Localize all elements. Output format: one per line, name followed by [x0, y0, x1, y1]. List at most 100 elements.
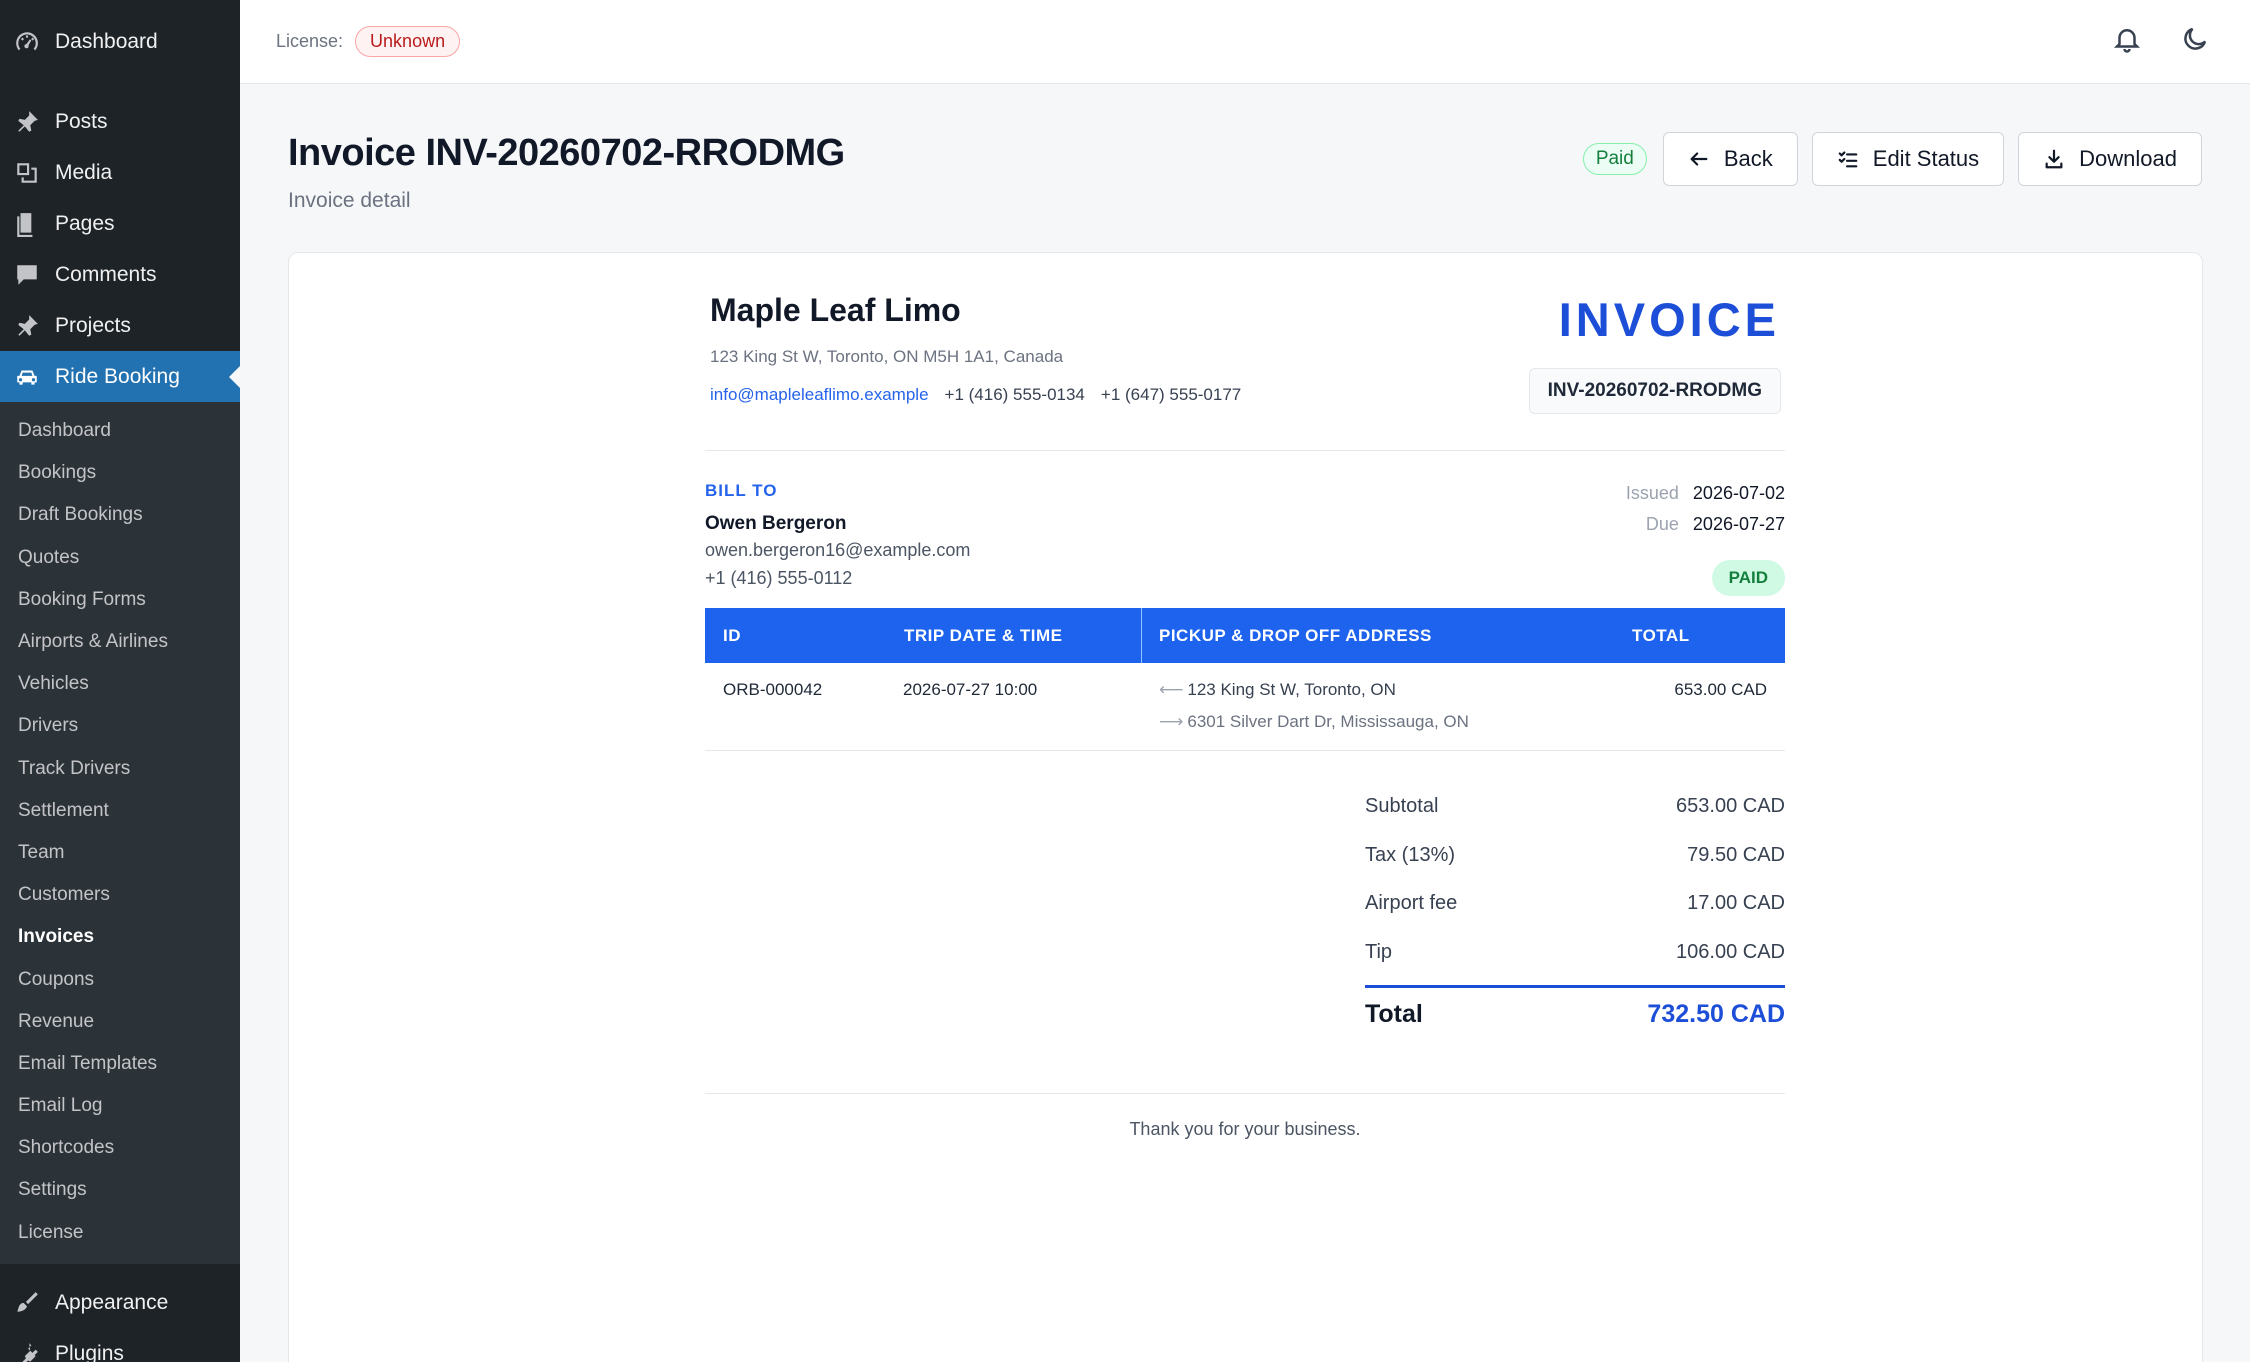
- company-contacts: info@mapleleaflimo.example +1 (416) 555-…: [710, 385, 1241, 405]
- download-button[interactable]: Download: [2018, 132, 2202, 186]
- page-subtitle: Invoice detail: [288, 189, 411, 212]
- license-label: License:: [276, 31, 344, 51]
- divider: [705, 1093, 1785, 1094]
- table-header: ID TRIP DATE & TIME PICKUP & DROP OFF AD…: [705, 608, 1785, 663]
- column-separator: [1141, 608, 1142, 663]
- invoice-status-badge: PAID: [1711, 560, 1785, 596]
- sidebar-item-appearance[interactable]: Appearance: [0, 1278, 240, 1329]
- submenu-item[interactable]: Airports & Airlines: [0, 621, 240, 663]
- sidebar-item-label: Ride Booking: [55, 364, 180, 388]
- thank-you-note: Thank you for your business.: [1129, 1119, 1361, 1139]
- due-date: 2026-07-27: [1692, 514, 1785, 534]
- due-label: Due: [1645, 514, 1679, 534]
- back-button-label: Back: [1723, 146, 1773, 171]
- summary-row-tax: Tax (13%) 79.50 CAD: [1365, 831, 1785, 880]
- back-button[interactable]: Back: [1662, 132, 1798, 186]
- company-address: 123 King St W, Toronto, ON M5H 1A1, Cana…: [710, 347, 1064, 366]
- summary-label: Tip: [1365, 940, 1393, 963]
- submenu-item[interactable]: Coupons: [0, 958, 240, 1000]
- summary-value: 17.00 CAD: [1687, 892, 1785, 915]
- summary-label: Airport fee: [1365, 892, 1458, 915]
- column-header-trip-date: TRIP DATE & TIME: [904, 626, 1063, 645]
- arrow-right-icon: ⟶: [1159, 712, 1184, 731]
- submenu-item[interactable]: Quotes: [0, 537, 240, 579]
- summary-row-subtotal: Subtotal 653.00 CAD: [1365, 782, 1785, 831]
- download-button-label: Download: [2079, 146, 2177, 171]
- customer-phone: +1 (416) 555-0112: [705, 568, 853, 588]
- sidebar-item-dashboard[interactable]: Dashboard: [0, 0, 240, 84]
- arrow-left-icon: [1690, 152, 1708, 166]
- summary-label: Subtotal: [1365, 794, 1439, 817]
- status-badge: Paid: [1582, 143, 1647, 175]
- sidebar-item-label: Media: [55, 160, 113, 184]
- issued-label: Issued: [1625, 483, 1679, 503]
- sidebar-item-label: Pages: [55, 211, 115, 235]
- company-name: Maple Leaf Limo: [710, 292, 961, 328]
- car-icon: [13, 363, 41, 391]
- submenu-item[interactable]: Booking Forms: [0, 579, 240, 621]
- sidebar-item-ride-booking[interactable]: Ride Booking: [0, 351, 240, 402]
- submenu-item[interactable]: Revenue: [0, 1001, 240, 1043]
- company-phone-1: +1 (416) 555-0134: [944, 385, 1085, 404]
- submenu-item[interactable]: Track Drivers: [0, 748, 240, 790]
- submenu-item[interactable]: Team: [0, 832, 240, 874]
- sidebar-item-label: Dashboard: [55, 30, 158, 53]
- submenu-item[interactable]: License: [0, 1212, 240, 1254]
- pickup-address-line: ⟵ 123 King St W, Toronto, ON: [1159, 680, 1396, 700]
- sidebar-item-pages[interactable]: Pages: [0, 198, 240, 249]
- arrow-left-icon: ⟵: [1159, 680, 1184, 699]
- company-phone-2: +1 (647) 555-0177: [1100, 385, 1242, 404]
- company-email-link[interactable]: info@mapleleaflimo.example: [710, 385, 929, 405]
- column-header-total: TOTAL: [1632, 626, 1690, 645]
- submenu-item[interactable]: Draft Bookings: [0, 494, 240, 536]
- sidebar-item-projects[interactable]: Projects: [0, 300, 240, 351]
- bell-icon[interactable]: [2112, 24, 2142, 59]
- admin-sidebar: Dashboard Posts Media Pages Comments Pro…: [0, 0, 240, 1362]
- comment-icon: [13, 261, 41, 289]
- trip-datetime: 2026-07-27 10:00: [903, 680, 1038, 699]
- dropoff-address-line: ⟶ 6301 Silver Dart Dr, Mississauga, ON: [1159, 712, 1469, 732]
- moon-icon[interactable]: [2180, 24, 2210, 59]
- submenu-item[interactable]: Dashboard: [0, 410, 240, 452]
- submenu-item[interactable]: Settlement: [0, 790, 240, 832]
- pin-icon: [13, 312, 41, 340]
- submenu-item-invoices[interactable]: Invoices: [0, 916, 240, 958]
- summary-label: Tax (13%): [1365, 843, 1456, 866]
- sidebar-item-comments[interactable]: Comments: [0, 249, 240, 300]
- checklist-icon: [1838, 151, 1858, 168]
- totals-summary: Subtotal 653.00 CAD Tax (13%) 79.50 CAD …: [1365, 782, 1785, 1029]
- submenu-item[interactable]: Drivers: [0, 705, 240, 747]
- invoice-heading: INVOICE: [1558, 293, 1780, 346]
- invoice-dates: Issued 2026-07-02 Due 2026-07-27: [1626, 483, 1785, 545]
- dashboard-icon: [13, 28, 41, 56]
- row-total: 653.00 CAD: [1674, 680, 1767, 699]
- summary-value: 79.50 CAD: [1687, 843, 1785, 866]
- invoice-card: [288, 252, 2203, 1362]
- sidebar-item-plugins[interactable]: Plugins: [0, 1329, 240, 1362]
- submenu-item[interactable]: Email Templates: [0, 1043, 240, 1085]
- submenu-item[interactable]: Bookings: [0, 452, 240, 494]
- license-status-badge[interactable]: Unknown: [355, 26, 461, 57]
- summary-row-airport-fee: Airport fee 17.00 CAD: [1365, 879, 1785, 928]
- dropoff-address: 6301 Silver Dart Dr, Mississauga, ON: [1187, 712, 1469, 731]
- edit-status-button[interactable]: Edit Status: [1811, 132, 2005, 186]
- invoice-number: INV-20260702-RRODMG: [1528, 368, 1781, 414]
- submenu-item[interactable]: Settings: [0, 1169, 240, 1211]
- bill-to-heading: BILL TO: [705, 481, 778, 500]
- sidebar-item-posts[interactable]: Posts: [0, 96, 240, 147]
- pin-icon: [13, 108, 41, 136]
- edit-status-button-label: Edit Status: [1872, 146, 1980, 171]
- issued-date: 2026-07-02: [1692, 483, 1785, 503]
- submenu-item[interactable]: Customers: [0, 874, 240, 916]
- column-header-address: PICKUP & DROP OFF ADDRESS: [1159, 626, 1432, 645]
- submenu-item[interactable]: Shortcodes: [0, 1127, 240, 1169]
- header-actions: Paid Back Edit Status Download: [1582, 132, 2202, 186]
- ride-booking-submenu: Dashboard Bookings Draft Bookings Quotes…: [0, 402, 240, 1264]
- sidebar-item-media[interactable]: Media: [0, 147, 240, 198]
- pages-icon: [13, 210, 41, 238]
- submenu-item[interactable]: Email Log: [0, 1085, 240, 1127]
- submenu-item[interactable]: Vehicles: [0, 663, 240, 705]
- plug-icon: [13, 1340, 41, 1362]
- grand-total-row: Total 732.50 CAD: [1365, 984, 1785, 1029]
- sidebar-item-label: Projects: [55, 313, 131, 337]
